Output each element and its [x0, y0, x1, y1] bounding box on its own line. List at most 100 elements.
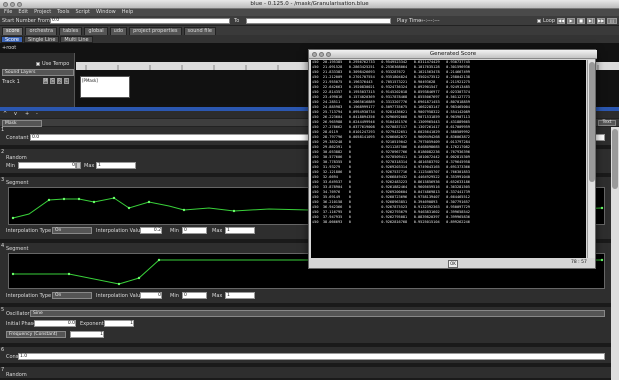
menu-help[interactable]: Help	[122, 9, 133, 16]
panel-index-1: 1	[1, 127, 5, 133]
dialog-scrollbar[interactable]	[587, 60, 595, 258]
interp-type-select-4[interactable]: On	[52, 292, 92, 299]
dialog-titlebar: Generated Score	[309, 50, 597, 59]
text-button[interactable]: Text	[598, 120, 616, 126]
tab-orchestra[interactable]: orchestra	[25, 27, 58, 35]
play-icon[interactable]: ▶	[567, 18, 575, 24]
dialog-zoom-button[interactable]	[326, 52, 331, 57]
remove-layer-icon[interactable]: v	[14, 111, 17, 117]
panels-scroll-thumb[interactable]	[612, 129, 618, 189]
oscillator-label: Oscillator	[6, 311, 30, 317]
constant-label-1: Constant	[6, 135, 29, 141]
subtab-score[interactable]: Score	[1, 36, 24, 43]
stop-icon[interactable]: ■	[577, 18, 585, 24]
generated-score-text[interactable]: i50 20.195385 0.2956762733 0.9549523342 …	[311, 60, 586, 258]
menu-tools[interactable]: Tools	[57, 9, 69, 16]
fast-forward-icon[interactable]: ▶▶	[597, 18, 605, 24]
tab-sound-file[interactable]: sound file	[183, 27, 216, 35]
panel-index-2: 2	[1, 149, 5, 155]
layer-up-icon[interactable]: +	[25, 111, 29, 117]
track-label: Track 1	[2, 79, 20, 85]
tab-score[interactable]: score	[2, 27, 24, 35]
tab-global[interactable]: global	[84, 27, 108, 35]
menu-script[interactable]: Script	[76, 9, 91, 16]
segment-min-input-4[interactable]: 0	[182, 292, 207, 299]
menu-window[interactable]: Window	[96, 9, 116, 16]
play-time-value: ---:---:---	[420, 18, 440, 24]
segment-min-label-3: Min	[170, 228, 179, 234]
interp-type-select-3[interactable]: On	[52, 227, 92, 234]
frequency-input[interactable]: 1	[70, 331, 104, 338]
pmask-soundobject[interactable]: [PMask]	[80, 76, 130, 98]
menu-file[interactable]: File	[4, 9, 12, 16]
interp-value-label-3: Interpolation Value	[96, 228, 144, 234]
random-min-input[interactable]: 0	[18, 162, 76, 169]
menu-bar: File Edit Project Tools Script Window He…	[0, 9, 619, 16]
tab-project-properties[interactable]: project properties	[129, 27, 182, 35]
track-lock-button[interactable]: L	[64, 78, 69, 84]
minimize-window-button[interactable]	[10, 2, 15, 7]
more-icon[interactable]: |||	[607, 18, 617, 24]
panel-index-7: 7	[1, 367, 5, 373]
mask-select[interactable]: Mask	[2, 120, 42, 127]
score-subtabs: Score Single Line Multi Line	[0, 35, 619, 43]
dialog-minimize-button[interactable]	[319, 52, 324, 57]
interp-type-label-3: Interpolation Type	[6, 228, 52, 234]
dialog-scroll-thumb[interactable]	[589, 62, 595, 182]
sound-layers-select[interactable]: Sound Layers	[2, 69, 74, 76]
generated-score-dialog: Generated Score i50 20.195385 0.29567627…	[308, 49, 597, 269]
root-breadcrumb[interactable]: +root	[2, 45, 16, 51]
frequency-mode-select[interactable]: Frequency (Constant)	[6, 331, 66, 338]
segment-min-label-4: Min	[170, 293, 179, 299]
loop-checkbox[interactable]	[537, 19, 541, 23]
start-number-input[interactable]: 0.0	[50, 18, 230, 24]
record-icon[interactable]: ▶|	[587, 18, 595, 24]
dialog-close-button[interactable]	[312, 52, 317, 57]
to-label: To	[234, 18, 240, 24]
tab-tables[interactable]: tables	[59, 27, 83, 35]
track-solo-button[interactable]: S	[50, 78, 55, 84]
dialog-title: Generated Score	[429, 51, 477, 57]
menu-project[interactable]: Project	[34, 9, 51, 16]
constant-value-input-6[interactable]: 1.0	[18, 353, 605, 360]
window-title: blue - 0.125.0 - /mask/Granularisation.b…	[250, 1, 369, 7]
score-line: i50 38.066693 0 0.9262816768 0.952501510…	[312, 220, 470, 224]
interp-value-label-4: Interpolation Value	[96, 293, 144, 299]
use-tempo-checkbox[interactable]	[36, 62, 40, 66]
segment-max-label-3: Max	[212, 228, 223, 234]
subtab-multi-line[interactable]: Multi Line	[60, 36, 93, 43]
panel-index-6: 6	[1, 347, 5, 353]
soundobject-label: [PMask]	[82, 78, 98, 83]
layer-down-icon[interactable]: -	[36, 111, 38, 117]
track-record-button[interactable]: R	[57, 78, 62, 84]
segment-min-input-3[interactable]: 0	[182, 227, 207, 234]
random-min-spinner[interactable]	[76, 162, 81, 169]
tab-udo[interactable]: udo	[109, 27, 128, 35]
panel-index-5: 5	[1, 307, 5, 313]
ok-button[interactable]: OK	[448, 260, 458, 268]
rewind-icon[interactable]: ◀◀	[557, 18, 565, 24]
interp-value-input-4[interactable]: 0	[140, 292, 162, 299]
toolbar: Start Number From: 0.0 To Play Time: ---…	[0, 16, 619, 26]
add-layer-icon[interactable]: ^	[3, 111, 7, 117]
dialog-window-controls	[312, 52, 331, 57]
subtab-single-line[interactable]: Single Line	[24, 36, 60, 43]
random-max-input[interactable]: 1	[96, 162, 136, 169]
random-min-label: Min	[6, 163, 15, 169]
main-tabs: score orchestra tables global udo projec…	[0, 26, 619, 35]
segment-max-input-4[interactable]: 1	[225, 292, 255, 299]
initial-phase-input[interactable]: 0.0	[34, 320, 76, 327]
random-max-label: Max	[84, 163, 95, 169]
oscillator-type-select[interactable]: Sine	[30, 310, 605, 317]
close-window-button[interactable]	[3, 2, 8, 7]
panel-index-4: 4	[1, 243, 5, 249]
to-input[interactable]	[246, 18, 391, 24]
exponent-input[interactable]: 1	[104, 320, 134, 327]
track-mute-button[interactable]: M	[43, 78, 48, 84]
initial-phase-label: Initial Phase	[6, 321, 37, 327]
menu-edit[interactable]: Edit	[18, 9, 28, 16]
interp-value-input-3[interactable]: 0.2	[140, 227, 162, 234]
segment-max-input-3[interactable]: 1	[225, 227, 255, 234]
zoom-window-button[interactable]	[17, 2, 22, 7]
window-controls	[3, 2, 22, 7]
